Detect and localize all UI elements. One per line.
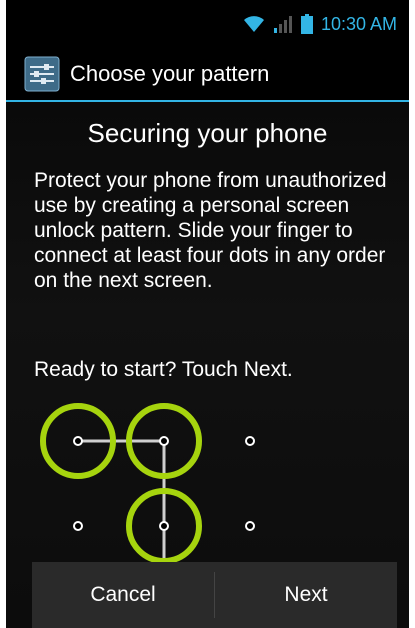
pattern-dot [159,436,169,446]
cancel-button[interactable]: Cancel [32,562,214,628]
bottom-button-bar: Cancel Next [32,562,397,628]
pattern-dot [245,436,255,446]
action-bar-title: Choose your pattern [70,61,270,86]
status-time: 10:30 AM [320,14,397,34]
action-bar: Choose your pattern [6,48,409,102]
phone-screen: 10:30 AM Choose your pattern Securing yo… [6,0,409,628]
pattern-dot [159,521,169,531]
pattern-dot [245,521,255,531]
signal-icon [273,16,292,33]
content-area: Securing your phone Protect your phone f… [6,102,409,628]
pattern-dot [73,436,83,446]
next-button[interactable]: Next [215,562,397,628]
pattern-dot [73,521,83,531]
description-text: Protect your phone from unauthorized use… [34,169,387,292]
status-bar: 10:30 AM [6,0,409,48]
page-title: Securing your phone [87,118,328,148]
battery-icon [300,14,313,34]
ready-prompt: Ready to start? Touch Next. [34,358,293,381]
wifi-icon [243,16,264,32]
status-icons: 10:30 AM [243,12,397,36]
settings-sliders-icon [24,56,60,92]
